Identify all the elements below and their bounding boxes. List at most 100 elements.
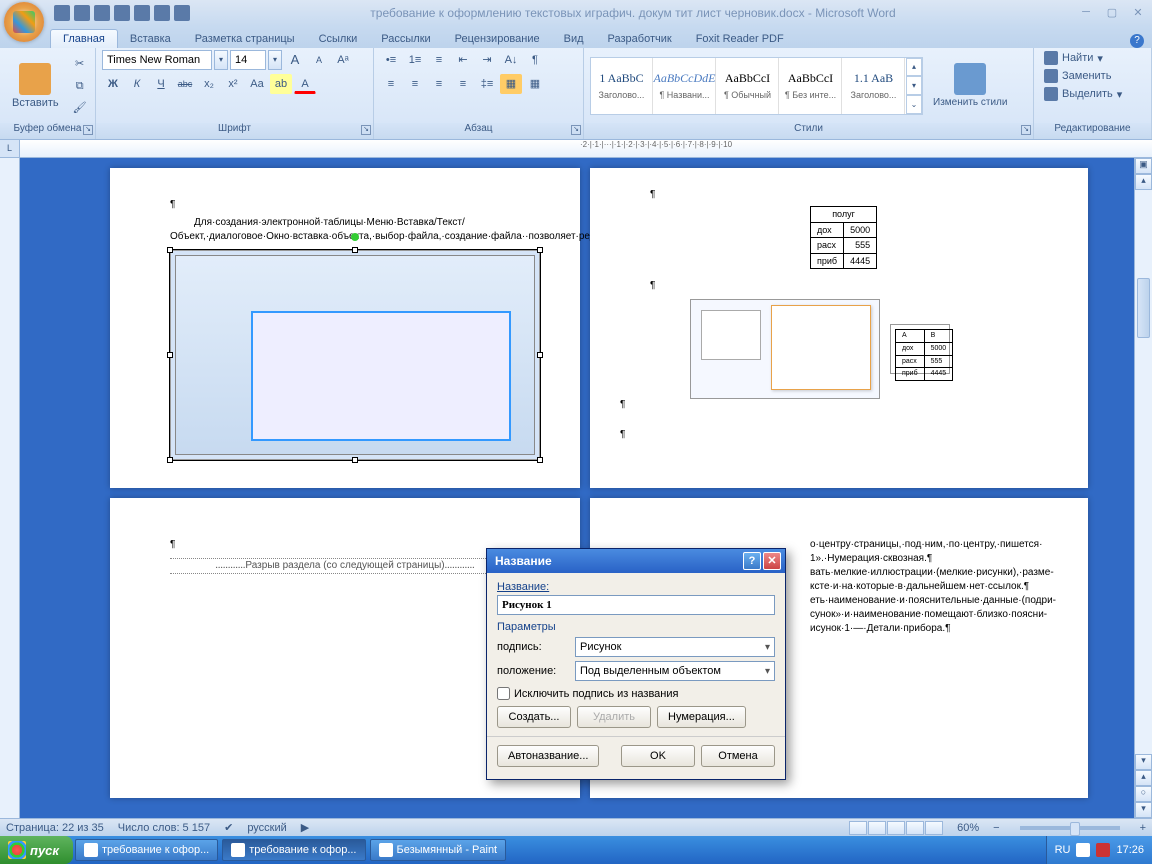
web-layout-view-icon[interactable] [887,821,905,835]
align-left-icon[interactable]: ≡ [380,74,402,94]
dialog-help-icon[interactable]: ? [743,552,761,570]
open-icon[interactable] [134,5,150,21]
dialog-close-icon[interactable]: ✕ [763,552,781,570]
next-page-icon[interactable]: ▾ [1135,802,1152,818]
browse-object-icon[interactable]: ○ [1135,786,1152,802]
resize-handle[interactable] [352,457,358,463]
cut-icon[interactable]: ✂ [69,54,91,74]
font-size-combo[interactable]: 14 [230,50,266,70]
indent-left-icon[interactable]: ⇤ [452,50,474,70]
style-gallery[interactable]: 1 AaBbCЗаголово... AaBbCcDdE¶ Названи...… [590,57,923,115]
chevron-down-icon[interactable]: ▾ [268,50,282,70]
zoom-in-icon[interactable]: + [1140,822,1146,834]
proofing-icon[interactable]: ✔ [224,821,233,834]
style-up-icon[interactable]: ▴ [906,58,922,77]
horizontal-ruler[interactable]: L ·2·|·1·|···|·1·|·2·|·3·|·4·|·5·|·6·|·7… [0,140,1152,158]
tab-review[interactable]: Рецензирование [443,30,552,48]
word-count[interactable]: Число слов: 5 157 [118,822,210,834]
style-item[interactable]: 1 AaBbCЗаголово... [591,58,653,114]
embedded-image-selected[interactable] [170,250,540,460]
borders-icon[interactable]: ▦ [524,74,546,94]
find-button[interactable]: Найти ▾ [1040,50,1107,66]
macro-icon[interactable]: ▶ [301,821,309,834]
italic-button[interactable]: К [126,74,148,94]
bullets-icon[interactable]: •≡ [380,50,402,70]
numbering-icon[interactable]: 1≡ [404,50,426,70]
scroll-up-icon[interactable]: ▴ [1135,174,1152,190]
tab-home[interactable]: Главная [50,29,118,48]
format-painter-icon[interactable]: 🖌 [69,98,91,118]
subscript-button[interactable]: x₂ [198,74,220,94]
caption-name-input[interactable] [497,595,775,615]
tab-mailings[interactable]: Рассылки [369,30,442,48]
highlight-button[interactable]: ab [270,74,292,94]
strike-button[interactable]: abc [174,74,196,94]
sort-icon[interactable]: A↓ [500,50,522,70]
tab-page-layout[interactable]: Разметка страницы [183,30,307,48]
paste-button[interactable]: Вставить [6,61,65,111]
office-button[interactable] [4,2,44,42]
taskbar-item[interactable]: Безымянный - Paint [370,839,507,861]
tab-references[interactable]: Ссылки [307,30,370,48]
superscript-button[interactable]: x² [222,74,244,94]
font-color-button[interactable]: A [294,74,316,94]
close-button[interactable]: ✕ [1128,6,1148,20]
vertical-scrollbar[interactable]: ▣ ▴ ▾ ▴ ○ ▾ [1134,158,1152,818]
resize-handle[interactable] [167,247,173,253]
bold-button[interactable]: Ж [102,74,124,94]
replace-button[interactable]: Заменить [1040,68,1115,84]
resize-handle[interactable] [537,247,543,253]
tab-insert[interactable]: Вставка [118,30,183,48]
change-styles-button[interactable]: Изменить стили [927,61,1013,110]
dialog-launcher-icon[interactable]: ↘ [1021,125,1031,135]
maximize-button[interactable]: ▢ [1102,6,1122,20]
new-icon[interactable] [114,5,130,21]
undo-icon[interactable] [74,5,90,21]
qat-icon[interactable] [174,5,190,21]
change-case-button[interactable]: Aa [246,74,268,94]
dialog-launcher-icon[interactable]: ↘ [83,125,93,135]
qat-icon[interactable] [154,5,170,21]
justify-icon[interactable]: ≡ [452,74,474,94]
resize-handle[interactable] [167,457,173,463]
grow-font-icon[interactable]: A [284,50,306,70]
style-down-icon[interactable]: ▾ [906,76,922,95]
dialog-launcher-icon[interactable]: ↘ [571,125,581,135]
style-item[interactable]: 1.1 AaBЗаголово... [843,58,905,114]
underline-button[interactable]: Ч [150,74,172,94]
clear-format-icon[interactable]: Aᵃ [332,50,354,70]
zoom-value[interactable]: 60% [957,822,979,834]
rotate-handle[interactable] [351,233,359,241]
style-item[interactable]: AaBbCcDdE¶ Названи... [654,58,716,114]
taskbar-item[interactable]: требование к офор... [75,839,218,861]
language-status[interactable]: русский [247,822,286,834]
help-icon[interactable]: ? [1130,34,1144,48]
shading-icon[interactable]: ▦ [500,74,522,94]
resize-handle[interactable] [167,352,173,358]
resize-handle[interactable] [537,352,543,358]
zoom-out-icon[interactable]: − [993,822,999,834]
position-select[interactable]: Под выделенным объектом [575,661,775,681]
body-text[interactable]: ¶ Для·создания·электронной·таблицы·Меню·… [110,168,580,496]
tab-view[interactable]: Вид [552,30,596,48]
clock[interactable]: 17:26 [1116,844,1144,856]
multilevel-icon[interactable]: ≡ [428,50,450,70]
numbering-button[interactable]: Нумерация... [657,706,746,728]
outline-view-icon[interactable] [906,821,924,835]
prev-page-icon[interactable]: ▴ [1135,770,1152,786]
align-right-icon[interactable]: ≡ [428,74,450,94]
chevron-down-icon[interactable]: ▾ [214,50,228,70]
select-button[interactable]: Выделить ▾ [1040,86,1126,102]
print-layout-view-icon[interactable] [849,821,867,835]
vertical-ruler[interactable] [0,158,20,818]
indent-right-icon[interactable]: ⇥ [476,50,498,70]
tray-icon[interactable] [1096,843,1110,857]
create-button[interactable]: Создать... [497,706,571,728]
ruler-corner[interactable]: L [0,140,20,157]
align-center-icon[interactable]: ≡ [404,74,426,94]
copy-icon[interactable]: ⧉ [69,76,91,96]
cancel-button[interactable]: Отмена [701,745,775,767]
resize-handle[interactable] [537,457,543,463]
tab-foxit[interactable]: Foxit Reader PDF [684,30,796,48]
style-item[interactable]: AaBbCcI¶ Без инте... [780,58,842,114]
